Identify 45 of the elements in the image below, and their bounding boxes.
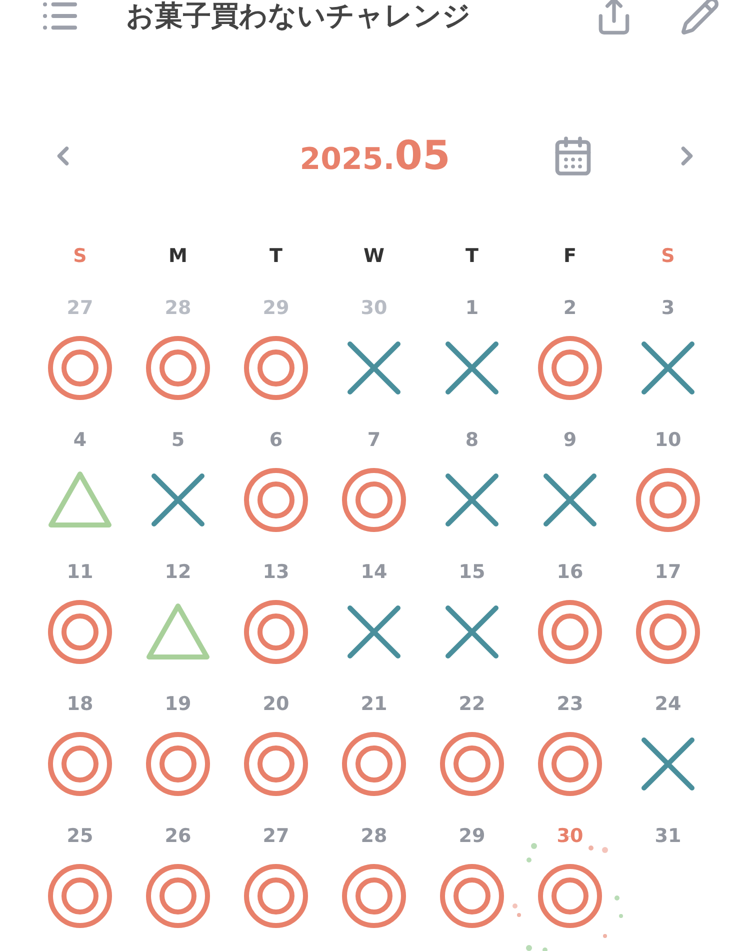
day-number[interactable]: 27 [66,296,94,320]
day-number[interactable]: 9 [563,428,577,452]
day-number[interactable]: 7 [367,428,381,452]
day-number[interactable]: 20 [262,692,290,716]
month-title: 2025.05 [298,133,452,179]
day-number[interactable]: 8 [465,428,479,452]
day-number[interactable]: 29 [458,824,486,848]
day-number[interactable]: 5 [171,428,185,452]
weekday-label: M [168,245,188,267]
day-number[interactable]: 6 [269,428,283,452]
day-number[interactable]: 25 [66,824,94,848]
day-number[interactable]: 15 [458,560,486,584]
day-number[interactable]: 30 [556,824,584,848]
day-number[interactable]: 4 [73,428,87,452]
day-number[interactable]: 12 [164,560,192,584]
pencil-icon[interactable] [680,0,720,36]
day-number[interactable]: 18 [66,692,94,716]
day-number[interactable]: 2 [563,296,577,320]
weekday-label: S [661,245,675,267]
day-number[interactable]: 11 [66,560,94,584]
day-number[interactable]: 17 [654,560,682,584]
window-title: お菓子買わないチャレンジ [126,0,472,34]
weekday-label: F [564,245,576,267]
day-number[interactable]: 26 [164,824,192,848]
day-number[interactable]: 27 [262,824,290,848]
day-number[interactable]: 22 [458,692,486,716]
weekday-label: T [466,245,478,267]
weekday-label: W [364,245,384,267]
day-number[interactable]: 30 [360,296,388,320]
day-number[interactable]: 24 [654,692,682,716]
day-number[interactable]: 1 [465,296,479,320]
day-number[interactable]: 28 [164,296,192,320]
day-number[interactable]: 14 [360,560,388,584]
day-number[interactable]: 28 [360,824,388,848]
weekday-label: S [73,245,87,267]
day-number[interactable]: 3 [661,296,675,320]
day-number[interactable]: 21 [360,692,388,716]
day-number[interactable]: 29 [262,296,290,320]
day-number[interactable]: 13 [262,560,290,584]
day-number[interactable]: 23 [556,692,584,716]
weekday-label: T [270,245,282,267]
day-number[interactable]: 16 [556,560,584,584]
day-number[interactable]: 10 [654,428,682,452]
day-number[interactable]: 19 [164,692,192,716]
day-number[interactable]: 31 [654,824,682,848]
